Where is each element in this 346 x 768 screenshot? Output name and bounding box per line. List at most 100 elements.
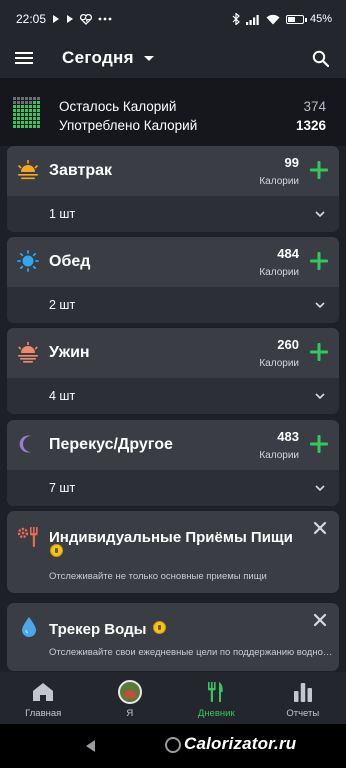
calorie-grid-cell xyxy=(33,105,36,108)
calorie-grid-cell xyxy=(21,113,24,116)
calorie-grid-cell xyxy=(13,105,16,108)
consumed-value: 1326 xyxy=(295,118,326,133)
meal-name: Завтрак xyxy=(49,162,113,179)
home-circle-icon[interactable] xyxy=(165,737,181,753)
meal-header-snack[interactable]: Перекус/Другое 483 Калории xyxy=(7,420,339,470)
meal-calories-unit: Калории xyxy=(259,176,299,187)
system-nav-bar: Calorizator.ru xyxy=(0,724,346,768)
nav-diary[interactable]: Дневник xyxy=(173,672,260,724)
moon-icon xyxy=(19,435,31,453)
page-title: Сегодня xyxy=(62,48,134,67)
calorie-grid-cell xyxy=(21,109,24,112)
calorie-grid-cell xyxy=(29,125,32,128)
promo-description: Отслеживайте свои ежедневные цели по под… xyxy=(49,647,333,658)
meal-card-snack: Перекус/Другое 483 Калории 7 шт xyxy=(7,420,339,506)
date-selector[interactable]: Сегодня xyxy=(62,48,154,68)
bluetooth-icon xyxy=(232,13,240,25)
more-dots-icon xyxy=(98,17,112,21)
calorie-grid-cell xyxy=(13,121,16,124)
nav-home[interactable]: Главная xyxy=(0,672,87,724)
calorie-summary[interactable]: Осталось Калорий 374 Употреблено Калорий… xyxy=(0,78,346,146)
add-food-snack-icon[interactable] xyxy=(309,434,329,454)
add-food-dinner-icon[interactable] xyxy=(309,342,329,362)
remaining-label: Осталось Калорий xyxy=(59,99,177,114)
close-icon[interactable] xyxy=(313,613,327,627)
battery-percent: 45% xyxy=(309,13,332,25)
add-food-breakfast-icon[interactable] xyxy=(309,160,329,180)
premium-coin-icon xyxy=(50,544,63,557)
calorie-grid-cell xyxy=(29,105,32,108)
meal-items-breakfast[interactable]: 1 шт xyxy=(7,196,339,232)
calorie-grid-icon xyxy=(13,97,41,129)
calorie-grid-cell xyxy=(33,121,36,124)
calorie-grid-cell xyxy=(21,121,24,124)
chevron-down-icon[interactable] xyxy=(315,300,325,310)
meal-items-snack[interactable]: 7 шт xyxy=(7,470,339,506)
chevron-down-icon[interactable] xyxy=(315,209,325,219)
home-icon xyxy=(31,680,55,704)
calorie-grid-cell xyxy=(37,117,40,120)
meal-calories-unit: Калории xyxy=(259,450,299,461)
wifi-icon xyxy=(266,14,280,25)
nav-label: Отчеты xyxy=(286,708,320,719)
promo-title: Индивидуальные Приёмы Пищи xyxy=(49,529,293,546)
watermark-text: Calorizator.ru xyxy=(184,734,297,753)
search-icon[interactable] xyxy=(304,42,336,74)
meal-calories: 99 xyxy=(284,155,299,170)
calorie-grid-cell xyxy=(25,121,28,124)
heart-monitor-icon xyxy=(80,13,93,25)
meal-items-lunch[interactable]: 2 шт xyxy=(7,287,339,323)
calorie-grid-cell xyxy=(21,105,24,108)
calorie-grid-cell xyxy=(17,125,20,128)
calorie-grid-cell xyxy=(25,109,28,112)
calorie-grid-cell xyxy=(29,113,32,116)
calorie-grid-cell xyxy=(33,101,36,104)
promo-water-tracker[interactable]: Трекер Воды Отслеживайте свои ежедневные… xyxy=(7,603,339,671)
avatar-wrap xyxy=(117,680,142,704)
nav-reports[interactable]: Отчеты xyxy=(260,672,346,724)
meal-header-dinner[interactable]: Ужин 260 Калории xyxy=(7,328,339,378)
calorie-grid-cell xyxy=(13,117,16,120)
nav-profile[interactable]: Я xyxy=(87,672,174,724)
calorie-grid-cell xyxy=(25,117,28,120)
meal-item-count: 2 шт xyxy=(49,298,76,312)
meal-header-breakfast[interactable]: Завтрак 99 Калории xyxy=(7,146,339,196)
calorie-grid-cell xyxy=(21,125,24,128)
promo-title: Трекер Воды xyxy=(49,621,147,638)
calorie-grid-cell xyxy=(37,125,40,128)
nav-label: Главная xyxy=(25,708,62,719)
meal-item-count: 7 шт xyxy=(49,481,76,495)
calorie-grid-cell xyxy=(13,113,16,116)
add-food-lunch-icon[interactable] xyxy=(309,251,329,271)
water-drop-icon xyxy=(22,617,36,637)
hamburger-icon[interactable] xyxy=(0,38,48,78)
battery-icon xyxy=(285,14,307,24)
battery-level xyxy=(287,16,295,22)
meal-calories-unit: Калории xyxy=(259,358,299,369)
chevron-down-icon[interactable] xyxy=(315,483,325,493)
bottom-nav: Главная Я Дневник Отчеты xyxy=(0,672,346,724)
calorie-grid-cell xyxy=(37,97,40,100)
calorie-grid-cell xyxy=(37,109,40,112)
back-icon[interactable] xyxy=(86,740,95,752)
meal-item-count: 4 шт xyxy=(49,389,76,403)
calorie-grid-cell xyxy=(33,125,36,128)
calorie-grid-cell xyxy=(33,113,36,116)
nav-label: Я xyxy=(126,708,134,719)
meal-calories: 260 xyxy=(277,337,299,352)
calorie-grid-cell xyxy=(25,105,28,108)
sun-icon xyxy=(17,250,39,272)
calorie-grid-cell xyxy=(17,121,20,124)
meal-items-dinner[interactable]: 4 шт xyxy=(7,378,339,414)
meal-calories: 483 xyxy=(277,429,299,444)
meal-header-lunch[interactable]: Обед 484 Калории xyxy=(7,237,339,287)
close-icon[interactable] xyxy=(313,521,327,535)
calorie-grid-cell xyxy=(25,113,28,116)
promo-custom-meals[interactable]: Индивидуальные Приёмы Пищи Отслеживайте … xyxy=(7,511,339,593)
chevron-down-icon[interactable] xyxy=(315,391,325,401)
meal-card-lunch: Обед 484 Калории 2 шт xyxy=(7,237,339,323)
calorie-grid-cell xyxy=(29,121,32,124)
meal-card-dinner: Ужин 260 Калории 4 шт xyxy=(7,328,339,414)
meal-item-count: 1 шт xyxy=(49,207,76,221)
calorie-grid-cell xyxy=(25,125,28,128)
